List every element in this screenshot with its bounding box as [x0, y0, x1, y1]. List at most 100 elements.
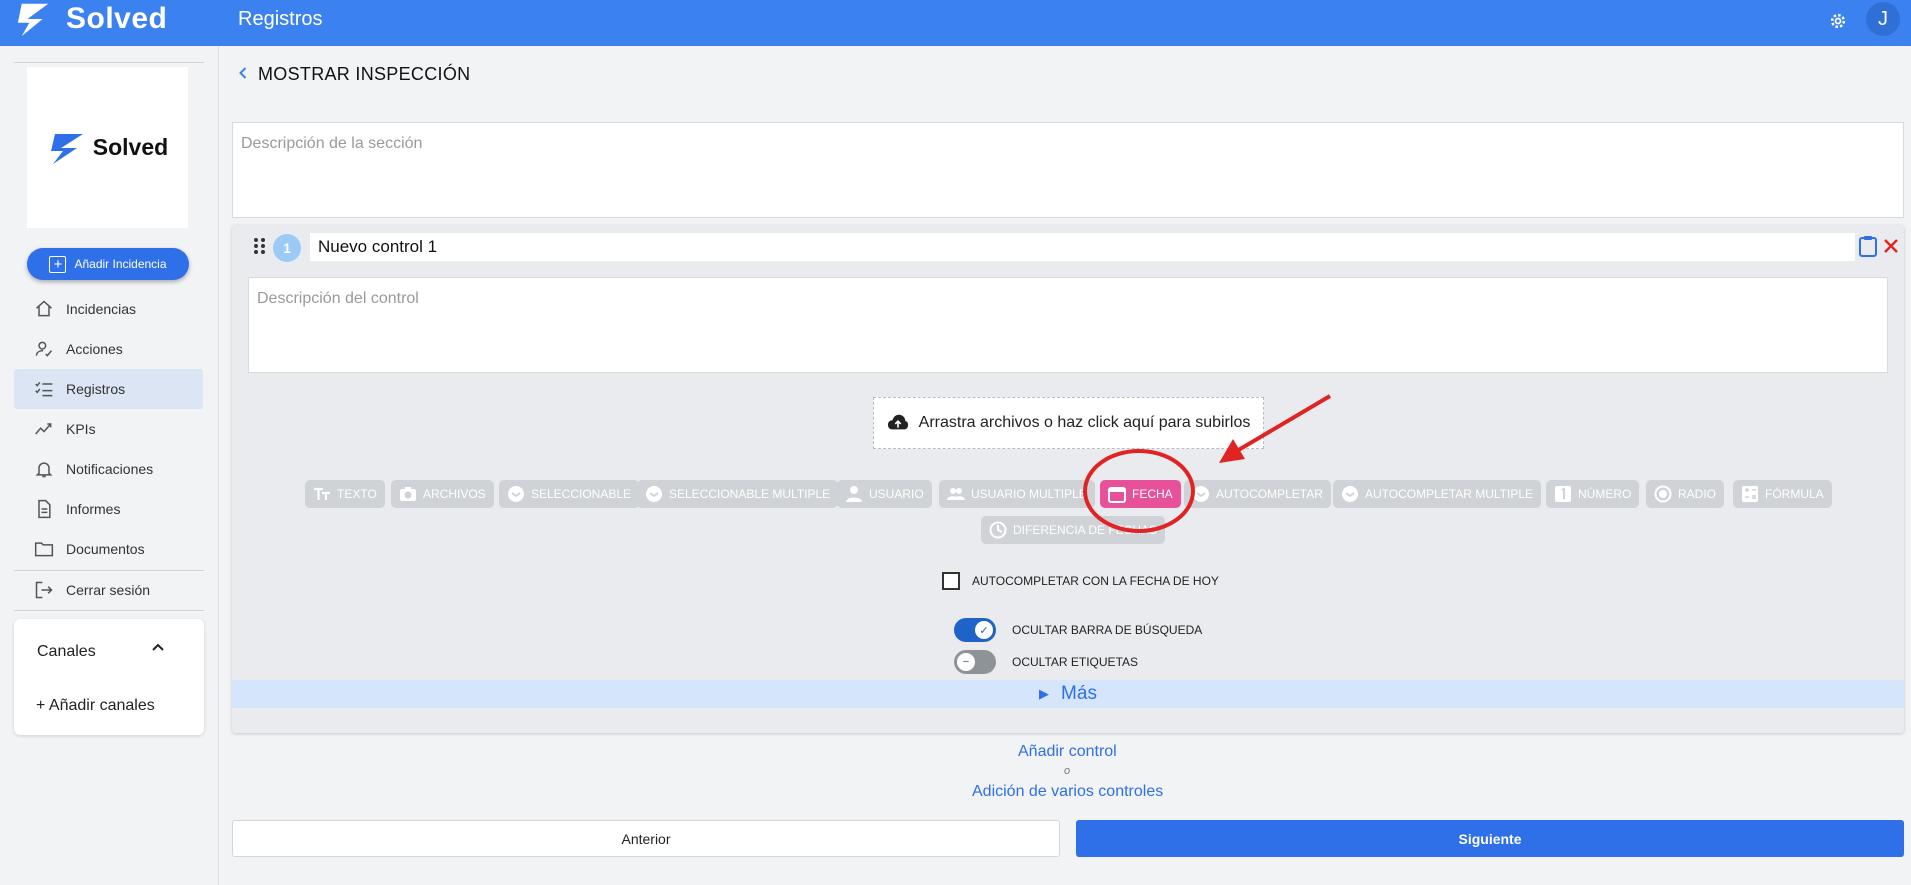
hide-search-row: ✓ OCULTAR BARRA DE BÚSQUEDA [954, 618, 1202, 642]
play-icon: ▶ [1039, 686, 1050, 701]
sidebar-item-label: KPIs [66, 421, 96, 437]
checklist-icon [35, 381, 53, 397]
type-chip-archivos[interactable]: ARCHIVOS [391, 480, 494, 508]
channels-panel: Canales + Añadir canales [14, 619, 204, 735]
divider [14, 62, 204, 63]
select-icon [1341, 485, 1359, 503]
type-chip-usuario[interactable]: USUARIO [837, 480, 932, 508]
hide-tags-label: OCULTAR ETIQUETAS [1012, 655, 1139, 669]
type-chip-seleccionable-multiple[interactable]: SELECCIONABLE MULTIPLE [637, 480, 839, 508]
avatar[interactable]: J [1866, 2, 1900, 36]
date-diff-icon [989, 521, 1007, 539]
sidebar-item-kpis[interactable]: KPIs [14, 409, 203, 449]
users-icon [947, 485, 965, 503]
autofill-today-label: AUTOCOMPLETAR CON LA FECHA DE HOY [972, 574, 1219, 588]
gear-icon[interactable] [1826, 9, 1850, 33]
sidebar-item-cerrar-sesion[interactable]: Cerrar sesión [14, 570, 203, 610]
solved-logo-icon [17, 3, 49, 37]
type-chip-fecha[interactable]: FECHA [1100, 480, 1181, 508]
type-chip-radio[interactable]: RADIO [1646, 480, 1725, 508]
sidebar-item-label: Acciones [66, 341, 123, 357]
radio-icon [1654, 485, 1672, 503]
company-logo-text: Solved [92, 134, 169, 160]
solved-logo-icon [50, 133, 83, 164]
minus-icon: − [957, 653, 975, 671]
app-logo[interactable]: Solved [16, 0, 167, 38]
control-name-input[interactable] [310, 233, 1855, 261]
trend-icon [35, 423, 52, 435]
select-icon [507, 485, 525, 503]
hide-tags-row: − OCULTAR ETIQUETAS [954, 650, 1138, 674]
control-number-badge: 1 [273, 234, 301, 262]
chevron-left-icon [238, 64, 248, 85]
sidebar-item-label: Incidencias [66, 301, 137, 317]
dropzone-label: Arrastra archivos o haz click aquí para … [918, 414, 1251, 431]
folder-icon [34, 542, 54, 557]
page-section-title: Registros [238, 8, 323, 30]
add-channels-link[interactable]: + Añadir canales [36, 697, 155, 715]
sidebar-item-label: Cerrar sesión [66, 582, 151, 598]
page-title: MOSTRAR INSPECCIÓN [258, 64, 471, 84]
check-icon: ✓ [975, 621, 993, 639]
sidebar-item-notificaciones[interactable]: Notificaciones [14, 449, 203, 489]
select-icon [1192, 485, 1210, 503]
company-logo-card: Solved [27, 67, 188, 228]
plus-icon: + [49, 255, 67, 273]
previous-button[interactable]: Anterior [232, 820, 1060, 857]
back-link[interactable]: MOSTRAR INSPECCIÓN [238, 64, 470, 85]
chevron-up-icon[interactable] [150, 639, 166, 660]
app-brand: Solved [66, 2, 168, 35]
add-incident-button[interactable]: + Añadir Incidencia [27, 248, 189, 280]
sidebar: Solved + Añadir Incidencia Incidencias A… [0, 46, 219, 885]
user-check-icon [35, 341, 53, 357]
autofill-today-checkbox[interactable] [942, 572, 960, 590]
type-chip-autocompletar-multiple[interactable]: AUTOCOMPLETAR MULTIPLE [1333, 480, 1542, 508]
divider [14, 610, 204, 611]
drag-handle-icon[interactable] [252, 237, 268, 255]
text-icon [313, 485, 331, 503]
section-description-input[interactable] [232, 122, 1904, 218]
or-separator: o [1064, 765, 1071, 777]
type-chip-autocompletar[interactable]: AUTOCOMPLETAR [1184, 480, 1331, 508]
sidebar-item-incidencias[interactable]: Incidencias [14, 289, 203, 329]
select-icon [645, 485, 663, 503]
sidebar-item-label: Notificaciones [66, 461, 154, 477]
add-incident-label: Añadir Incidencia [74, 257, 167, 271]
sidebar-item-informes[interactable]: Informes [14, 489, 203, 529]
sidebar-item-acciones[interactable]: Acciones [14, 329, 203, 369]
control-description-input[interactable] [248, 277, 1888, 373]
bell-icon [35, 462, 53, 478]
hide-tags-toggle[interactable]: − [954, 650, 996, 674]
number-icon [1554, 485, 1572, 503]
type-chip-seleccionable[interactable]: SELECCIONABLE [499, 480, 640, 508]
sidebar-item-label: Documentos [66, 541, 145, 557]
type-chip-diferencia-de-fechas[interactable]: DIFERENCIA DE FECHAS [981, 516, 1166, 544]
document-icon [38, 499, 51, 519]
sidebar-item-label: Registros [66, 381, 126, 397]
sidebar-item-label: Informes [66, 501, 121, 517]
type-chip-numero[interactable]: NÚMERO [1546, 480, 1640, 508]
camera-icon [399, 485, 417, 503]
more-options-toggle[interactable]: ▶ Más [232, 680, 1904, 708]
add-multiple-controls-link[interactable]: Adición de varios controles [972, 783, 1163, 801]
top-bar: Solved Registros J [0, 0, 1911, 46]
type-chip-formula[interactable]: FÓRMULA [1733, 480, 1832, 508]
hide-search-label: OCULTAR BARRA DE BÚSQUEDA [1012, 623, 1203, 637]
autofill-today-row: AUTOCOMPLETAR CON LA FECHA DE HOY [942, 572, 1219, 590]
type-chip-usuario-multiple[interactable]: USUARIO MULTIPLE [939, 480, 1095, 508]
hide-search-toggle[interactable]: ✓ [954, 618, 996, 642]
control-card: 1 Arrastra archivos o haz click aquí par… [232, 225, 1904, 733]
calendar-icon [1108, 485, 1126, 503]
sidebar-item-registros[interactable]: Registros [14, 369, 203, 409]
add-control-link[interactable]: Añadir control [1018, 743, 1117, 761]
type-chip-texto[interactable]: TEXTO [305, 480, 385, 508]
cloud-upload-icon [887, 414, 908, 430]
sidebar-item-documentos[interactable]: Documentos [14, 529, 203, 569]
next-button[interactable]: Siguiente [1076, 820, 1904, 857]
channels-title: Canales [37, 643, 96, 660]
home-icon [36, 300, 52, 317]
formula-icon [1741, 485, 1759, 503]
clipboard-icon[interactable] [1858, 235, 1878, 257]
file-dropzone[interactable]: Arrastra archivos o haz click aquí para … [873, 397, 1264, 449]
close-icon[interactable] [1882, 237, 1900, 255]
